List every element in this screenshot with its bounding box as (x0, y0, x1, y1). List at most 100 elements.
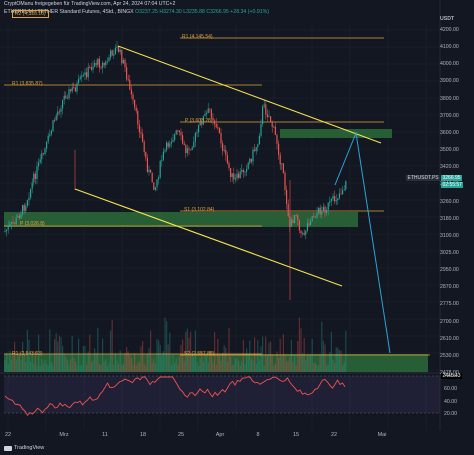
candle-body (153, 182, 155, 190)
volume-bar (254, 337, 256, 372)
candle-body (15, 217, 17, 225)
time-tick: Mai (377, 432, 387, 438)
level-label-p-left[interactable]: P (3,026.8) (18, 221, 47, 227)
volume-bar (90, 361, 92, 372)
candle-body (86, 72, 88, 78)
candle-body (319, 207, 321, 215)
candle-body (318, 207, 320, 213)
volume-bar (68, 364, 70, 372)
candle-body (33, 173, 35, 183)
candle-body (34, 173, 36, 179)
volume-bar (126, 347, 128, 372)
candle-body (274, 126, 276, 135)
candle-body (238, 173, 240, 179)
volume-bar (60, 337, 62, 372)
volume-bar (82, 346, 84, 372)
candle-body (105, 61, 107, 66)
candle-body (250, 158, 252, 162)
level-label-r2[interactable]: R2 (4,328.16) (12, 10, 49, 18)
volume-bar (47, 365, 49, 372)
volume-bar (108, 362, 110, 372)
candle-body (49, 134, 51, 136)
volume-bar (273, 365, 275, 372)
candle-body (134, 99, 136, 108)
candle-body (305, 230, 307, 235)
candle-body (14, 223, 16, 225)
volume-bar (121, 365, 123, 372)
time-tick: 11 (102, 432, 108, 438)
candle-body (98, 58, 100, 68)
candle-body (324, 206, 326, 213)
candle-body (290, 219, 292, 227)
candle-body (60, 108, 62, 112)
candle-body (6, 229, 8, 231)
volume-bar (313, 363, 315, 372)
volume-bar (327, 365, 329, 372)
candle-body (220, 133, 222, 144)
candle-body (137, 111, 139, 125)
level-label-r1-bottom[interactable]: R1 (2,543.63) (10, 351, 45, 357)
time-tick: Apr (215, 432, 225, 438)
rsi-tick: 40.00 (444, 399, 457, 405)
candle-body (18, 215, 20, 219)
candle-body (222, 143, 224, 151)
volume-bar (94, 348, 96, 372)
chart-canvas[interactable] (0, 0, 474, 455)
candle-body (194, 132, 196, 142)
volume-bar (81, 365, 83, 372)
volume-bar (260, 346, 262, 372)
candle-body (298, 220, 300, 231)
candle-body (207, 108, 209, 113)
volume-bar (266, 356, 268, 372)
volume-bar (175, 358, 177, 372)
candle-body (178, 130, 180, 133)
volume-bar (87, 351, 89, 372)
volume-bar (305, 360, 307, 372)
volume-bar (268, 342, 270, 372)
volume-bar (78, 338, 80, 372)
candle-body (255, 147, 257, 152)
volume-bar (57, 341, 59, 372)
level-label-r1-left[interactable]: R1 (3,835.87) (10, 81, 45, 87)
volume-bar (153, 358, 155, 372)
time-tick: 22 (4, 432, 12, 438)
volume-bar (146, 353, 148, 372)
volume-bar (255, 364, 257, 372)
level-label-p-mid[interactable]: P (3,603.28) (183, 118, 214, 124)
level-label-r1-top[interactable]: R1 (4,145.54) (180, 34, 215, 40)
volume-bar (310, 354, 312, 372)
candle-body (145, 151, 147, 158)
volume-bar (311, 338, 313, 372)
volume-bar (284, 355, 286, 372)
volume-bar (156, 339, 158, 372)
brand-name: TradingView (14, 445, 45, 451)
candle-body (282, 163, 284, 173)
candle-body (100, 67, 102, 69)
volume-bar (236, 358, 238, 372)
candle-body (338, 193, 340, 199)
volume-bar (65, 356, 67, 372)
candle-body (79, 77, 81, 79)
volume-bar (70, 359, 72, 372)
level-label-s1-mid[interactable]: S1 (3,102.84) (182, 207, 216, 213)
volume-bar (170, 364, 172, 372)
candle-body (327, 202, 329, 211)
candle-body (297, 215, 299, 221)
volume-bar (158, 340, 160, 372)
volume-bar (332, 359, 334, 372)
price-tick: 2950.00 (440, 267, 459, 274)
candle-body (151, 172, 153, 183)
level-label-s2-bottom[interactable]: S2 (2,557.88) (182, 351, 216, 357)
volume-bar (150, 330, 152, 372)
volume-bar (20, 360, 22, 372)
volume-bar (97, 327, 99, 372)
price-tick: 3500.00 (440, 147, 459, 154)
volume-bar (54, 339, 56, 372)
candle-body (92, 66, 94, 70)
candle-body (185, 144, 187, 154)
candle-body (332, 196, 334, 199)
volume-bar (302, 353, 304, 372)
volume-bar (92, 359, 94, 372)
volume-bar (49, 329, 51, 372)
candle-body (54, 120, 56, 122)
